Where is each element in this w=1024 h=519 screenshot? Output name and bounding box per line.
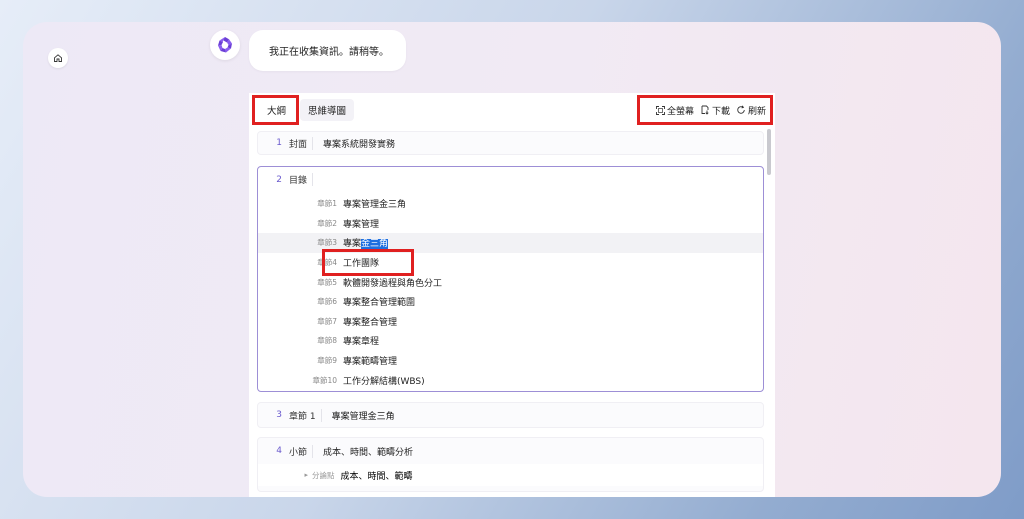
download-label: 下載 bbox=[711, 106, 730, 117]
fullscreen-button[interactable]: 全螢幕 bbox=[656, 104, 694, 117]
refresh-icon bbox=[737, 105, 745, 114]
list-item[interactable]: 章節8 專案章程 bbox=[258, 331, 763, 351]
chapter-text[interactable]: 專案管理 bbox=[343, 217, 379, 230]
list-item[interactable]: 章節9 專案範疇管理 bbox=[258, 351, 763, 371]
list-item[interactable]: 章節2 專案管理 bbox=[258, 214, 763, 234]
chapter-text[interactable]: 專案金三角 bbox=[343, 236, 389, 250]
chapter-label: 章節9 bbox=[317, 356, 337, 366]
chapter-text[interactable]: 專案範疇管理 bbox=[343, 354, 397, 367]
card-number: 4 bbox=[276, 446, 282, 456]
chapter-text[interactable]: 專案章程 bbox=[343, 334, 379, 347]
chapter-text[interactable]: 工作分解結構(WBS) bbox=[343, 374, 425, 387]
list-item[interactable]: 章節7 專案整合管理 bbox=[258, 312, 763, 332]
download-icon bbox=[701, 105, 709, 115]
tab-outline[interactable]: 大綱 bbox=[259, 99, 295, 121]
chapter-label: 章節7 bbox=[317, 316, 337, 326]
aperture-logo-icon bbox=[218, 37, 232, 53]
card-number: 1 bbox=[276, 138, 282, 148]
app-window: 我正在收集資訊。請稍等。 大綱 思維導圖 全螢幕 下載 刷新 1 封面 專案系統… bbox=[23, 22, 1001, 497]
card-text[interactable]: 專案管理金三角 bbox=[332, 409, 395, 422]
card-text[interactable]: 專案系統開發實務 bbox=[323, 137, 395, 150]
download-button[interactable]: 下載 bbox=[700, 104, 730, 117]
card-kind: 章節 1 bbox=[289, 408, 322, 422]
assistant-message-text: 我正在收集資訊。請稍等。 bbox=[269, 47, 389, 58]
toolbar: 全螢幕 下載 刷新 bbox=[649, 99, 773, 121]
refresh-label: 刷新 bbox=[747, 106, 766, 117]
outline-card-toc[interactable]: 2 目錄 章節1 專案管理金三角 章節2 專案管理 章節3 專案金三角 章節4 bbox=[257, 166, 764, 392]
chapter-label: 章節3 bbox=[317, 238, 337, 248]
scrollbar[interactable] bbox=[767, 129, 771, 175]
list-item[interactable]: ▸ 分論點 成本、時間、範疇 bbox=[258, 464, 763, 486]
card-number: 3 bbox=[276, 410, 282, 420]
expand-arrow-icon[interactable]: ▸ bbox=[258, 471, 308, 479]
list-item[interactable]: 章節10 工作分解結構(WBS) bbox=[258, 370, 763, 390]
chapter-text[interactable]: 專案整合管理 bbox=[343, 315, 397, 328]
list-item[interactable]: 章節3 專案金三角 bbox=[258, 233, 763, 253]
card-kind: 小節 bbox=[289, 444, 314, 458]
refresh-button[interactable]: 刷新 bbox=[736, 104, 766, 117]
outline-card-subsection[interactable]: 4 小節 成本、時間、範疇分析 ▸ 分論點 成本、時間、範疇 bbox=[257, 437, 764, 492]
home-button[interactable] bbox=[48, 48, 68, 68]
chapter-label: 章節2 bbox=[317, 218, 337, 228]
sub-point-label: 分論點 bbox=[312, 470, 335, 480]
chapter-text[interactable]: 專案管理金三角 bbox=[343, 197, 406, 210]
chapter-label: 章節5 bbox=[317, 277, 337, 287]
outline-panel: 大綱 思維導圖 全螢幕 下載 刷新 1 封面 專案系統開發實務 2 目錄 章節1… bbox=[249, 93, 775, 497]
list-item[interactable]: 章節4 工作團隊 bbox=[258, 253, 763, 273]
list-item[interactable]: 章節6 專案整合管理範圍 bbox=[258, 292, 763, 312]
chapter-text[interactable]: 專案整合管理範圍 bbox=[343, 295, 415, 308]
chapter-label: 章節6 bbox=[317, 297, 337, 307]
assistant-message-bubble: 我正在收集資訊。請稍等。 bbox=[249, 30, 406, 71]
chapter-text-prefix: 專案 bbox=[343, 239, 362, 250]
fullscreen-label: 全螢幕 bbox=[666, 106, 694, 117]
selected-text[interactable]: 金三角 bbox=[361, 239, 389, 250]
home-icon bbox=[54, 54, 62, 62]
outline-card-section[interactable]: 3 章節 1 專案管理金三角 bbox=[257, 402, 764, 428]
card-text[interactable]: 成本、時間、範疇分析 bbox=[323, 445, 413, 458]
fullscreen-icon bbox=[656, 105, 665, 115]
outline-card-cover[interactable]: 1 封面 專案系統開發實務 bbox=[257, 131, 764, 155]
chapter-text[interactable]: 工作團隊 bbox=[343, 256, 379, 269]
list-item[interactable]: 章節5 軟體開發過程與角色分工 bbox=[258, 272, 763, 292]
sub-point-text[interactable]: 成本、時間、範疇 bbox=[341, 469, 413, 482]
card-kind: 封面 bbox=[289, 136, 314, 150]
card-number: 2 bbox=[276, 174, 282, 185]
chapter-label: 章節4 bbox=[317, 258, 337, 268]
chapter-label: 章節1 bbox=[317, 199, 337, 209]
assistant-avatar bbox=[210, 30, 240, 60]
card-kind: 目錄 bbox=[289, 173, 314, 186]
chapter-label: 章節8 bbox=[317, 336, 337, 346]
chapter-text[interactable]: 軟體開發過程與角色分工 bbox=[343, 276, 442, 289]
tab-mindmap[interactable]: 思維導圖 bbox=[300, 99, 355, 121]
view-tabs: 大綱 思維導圖 bbox=[259, 99, 355, 121]
list-item[interactable]: 章節1 專案管理金三角 bbox=[258, 194, 763, 214]
chapter-label: 章節10 bbox=[312, 375, 337, 385]
